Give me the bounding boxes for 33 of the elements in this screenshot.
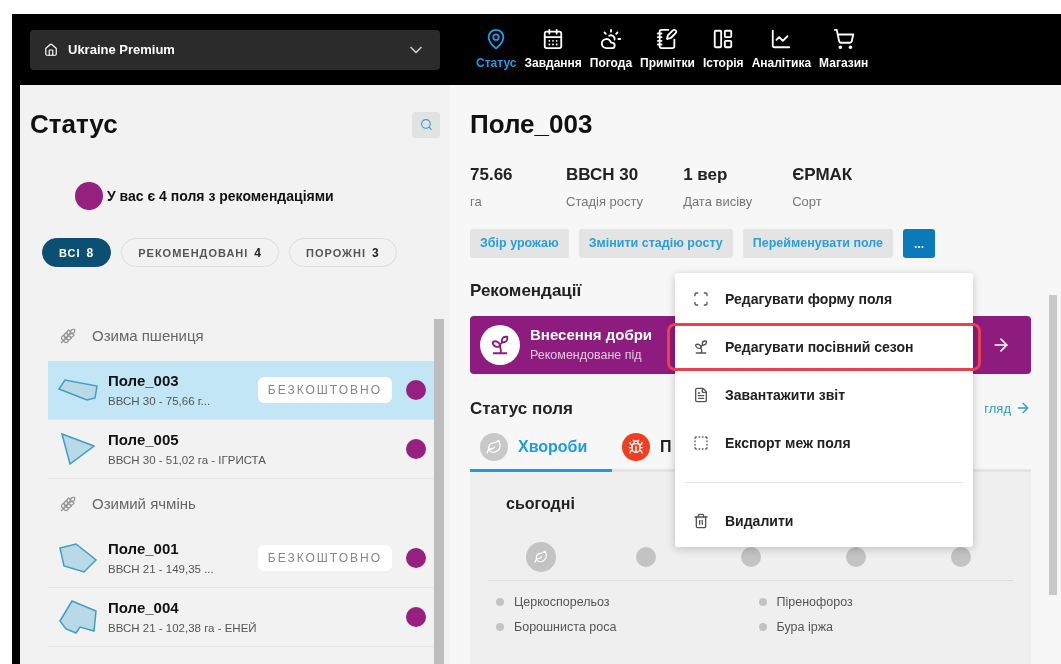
field-name: Поле_003: [108, 371, 180, 392]
free-badge: БЕЗКОШТОВНО: [257, 377, 392, 403]
stat-label: Сорт: [792, 192, 823, 211]
stat-value: ВВСН 30: [566, 164, 640, 186]
disease-item: Бура іржа: [776, 618, 833, 636]
disease-item: Піренофороз: [776, 594, 853, 611]
day-label: сьогодні: [506, 494, 575, 512]
stat-label: га: [470, 192, 483, 211]
section-heading: Статус поля: [470, 397, 573, 420]
field-name: Поле_004: [108, 598, 180, 619]
stat-label: Стадія росту: [566, 192, 644, 211]
crop-group-label: Озимий ячмінь: [92, 493, 196, 514]
field-details: ВВСН 30 - 51,02 га - ІГРИСТА: [108, 452, 267, 468]
disease-item: Церкоспорельоз: [514, 594, 610, 611]
field-details: ВВСН 21 - 149,35 ...: [108, 561, 215, 577]
account-name: Ukraine Premium: [68, 40, 176, 59]
card-title: Внесення добри: [530, 324, 653, 345]
field-details: ВВСН 21 - 102,38 га - ЕНЕЙ: [108, 620, 258, 636]
disease-item: Борошниста роса: [514, 618, 617, 636]
recommendation-notice: У вас є 4 поля з рекомендаціями: [107, 186, 334, 206]
sidebar-title: Статус: [30, 108, 118, 141]
section-heading: Рекомендації: [470, 280, 582, 302]
stat-value: 1 вер: [683, 164, 729, 186]
crop-group-label: Озима пшениця: [92, 325, 204, 346]
field-name: Поле_005: [108, 430, 180, 451]
free-badge: БЕЗКОШТОВНО: [257, 545, 392, 571]
field-details: ВВСН 30 - 75,66 г...: [108, 393, 212, 409]
stat-value: 75.66: [470, 164, 514, 186]
stat-label: Дата висіву: [683, 192, 753, 211]
stat-value: ЄРМАК: [792, 164, 853, 186]
card-subtitle: Рекомендоване під: [530, 347, 642, 365]
field-name: Поле_001: [108, 539, 180, 560]
field-title: Поле_003: [470, 108, 594, 141]
